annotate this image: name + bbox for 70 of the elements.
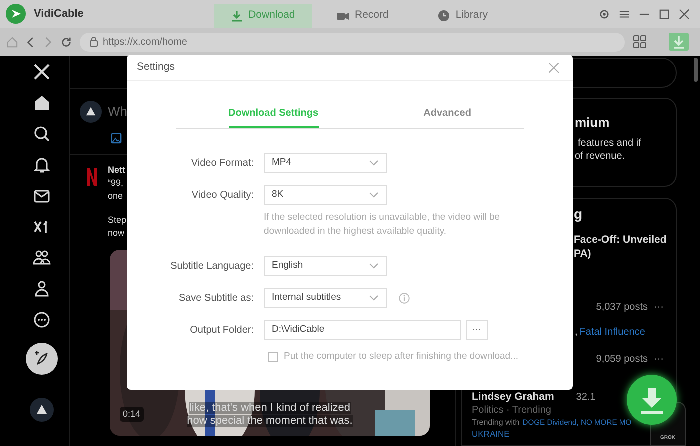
premium-title: mium: [575, 114, 611, 132]
folder-field[interactable]: D:\VidiCable: [264, 320, 461, 340]
post-text: now: [108, 227, 126, 240]
image-icon[interactable]: [111, 133, 122, 144]
apps-icon[interactable]: [633, 35, 647, 49]
post-text: “99,: [108, 177, 125, 190]
post-text: Step: [108, 214, 127, 227]
trend-headline[interactable]: Face-Off: Unveiled: [574, 233, 676, 247]
download-icon: [639, 386, 665, 414]
chevron-icon: [369, 192, 379, 198]
trend-name[interactable]: Lindsey Graham: [472, 391, 554, 404]
netflix-logo-icon: [86, 168, 98, 186]
chevron-icon: [369, 295, 379, 301]
field-label: Video Format:: [190, 156, 254, 170]
scrollbar[interactable]: [694, 58, 698, 82]
post-count: 32.1: [576, 391, 596, 404]
app-name: VidiCable: [34, 6, 84, 22]
field-label: Video Quality:: [190, 188, 254, 202]
lock-icon: [90, 37, 98, 47]
app-logo: [6, 4, 26, 24]
trend-text: Trending with: [472, 417, 520, 429]
x-logo-icon[interactable]: [32, 62, 52, 82]
clock-icon: [438, 10, 450, 22]
more-button[interactable]: ···: [654, 353, 664, 366]
premium-text: features and if: [577, 136, 642, 150]
field-label: Save Subtitle as:: [178, 292, 254, 306]
post-text: one: [108, 190, 124, 203]
dropdown[interactable]: 8K: [264, 185, 387, 205]
settings-tab[interactable]: Advanced: [424, 106, 472, 128]
checkbox-label: Put the computer to sleep after finishing the download...: [284, 350, 518, 364]
chevron-icon: [369, 263, 379, 269]
dropdown[interactable]: MP4: [264, 153, 387, 173]
close-icon[interactable]: [679, 8, 690, 20]
maximize-icon[interactable]: [659, 8, 670, 20]
trends-title: g: [574, 205, 584, 224]
main-tab[interactable]: Library: [414, 4, 512, 28]
download-icon: [230, 10, 243, 22]
trend-headline[interactable]: PA): [574, 247, 676, 261]
reload-icon[interactable]: [61, 36, 72, 48]
camera-icon: [337, 10, 349, 22]
more-icon[interactable]: [32, 310, 52, 330]
avatar-icon: [80, 101, 102, 123]
back-icon[interactable]: [27, 36, 35, 48]
trend-link[interactable]: UKRAINE: [472, 429, 510, 440]
checkbox[interactable]: [268, 352, 278, 362]
dropdown[interactable]: Internal subtitles: [264, 288, 387, 308]
premium-text: of revenue.: [575, 150, 626, 162]
trend-text: ,: [575, 326, 578, 339]
address-field[interactable]: https://x.com/home: [80, 32, 625, 52]
dropdown[interactable]: English: [264, 256, 387, 276]
more-button[interactable]: ···: [654, 301, 664, 314]
compose-field[interactable]: Wh: [108, 102, 128, 122]
menu-icon[interactable]: [619, 8, 630, 20]
settings-icon[interactable]: [599, 8, 610, 20]
search-icon[interactable]: [32, 124, 52, 144]
field-label: Output Folder:: [189, 324, 254, 338]
trend-link[interactable]: Fatal Influence: [580, 326, 646, 339]
compose-button[interactable]: [26, 343, 58, 375]
main-tab[interactable]: Record: [314, 4, 412, 28]
hint-text: If the selected resolution is unavailable, the video will be downloaded in the highest available quality.: [264, 211, 502, 239]
video-duration: 0:14: [120, 406, 144, 422]
chevron-icon: [369, 160, 379, 166]
post-count: 9,059 posts: [596, 353, 648, 366]
trend-category: Politics · Trending: [472, 404, 552, 417]
field-label: Subtitle Language:: [170, 260, 254, 274]
avatar-icon[interactable]: [30, 398, 54, 422]
browse-button[interactable]: ···: [466, 320, 488, 340]
post-count: 5,037 posts: [596, 301, 648, 314]
dialog-title: Settings: [137, 60, 175, 75]
post-author: Nett: [108, 164, 126, 177]
